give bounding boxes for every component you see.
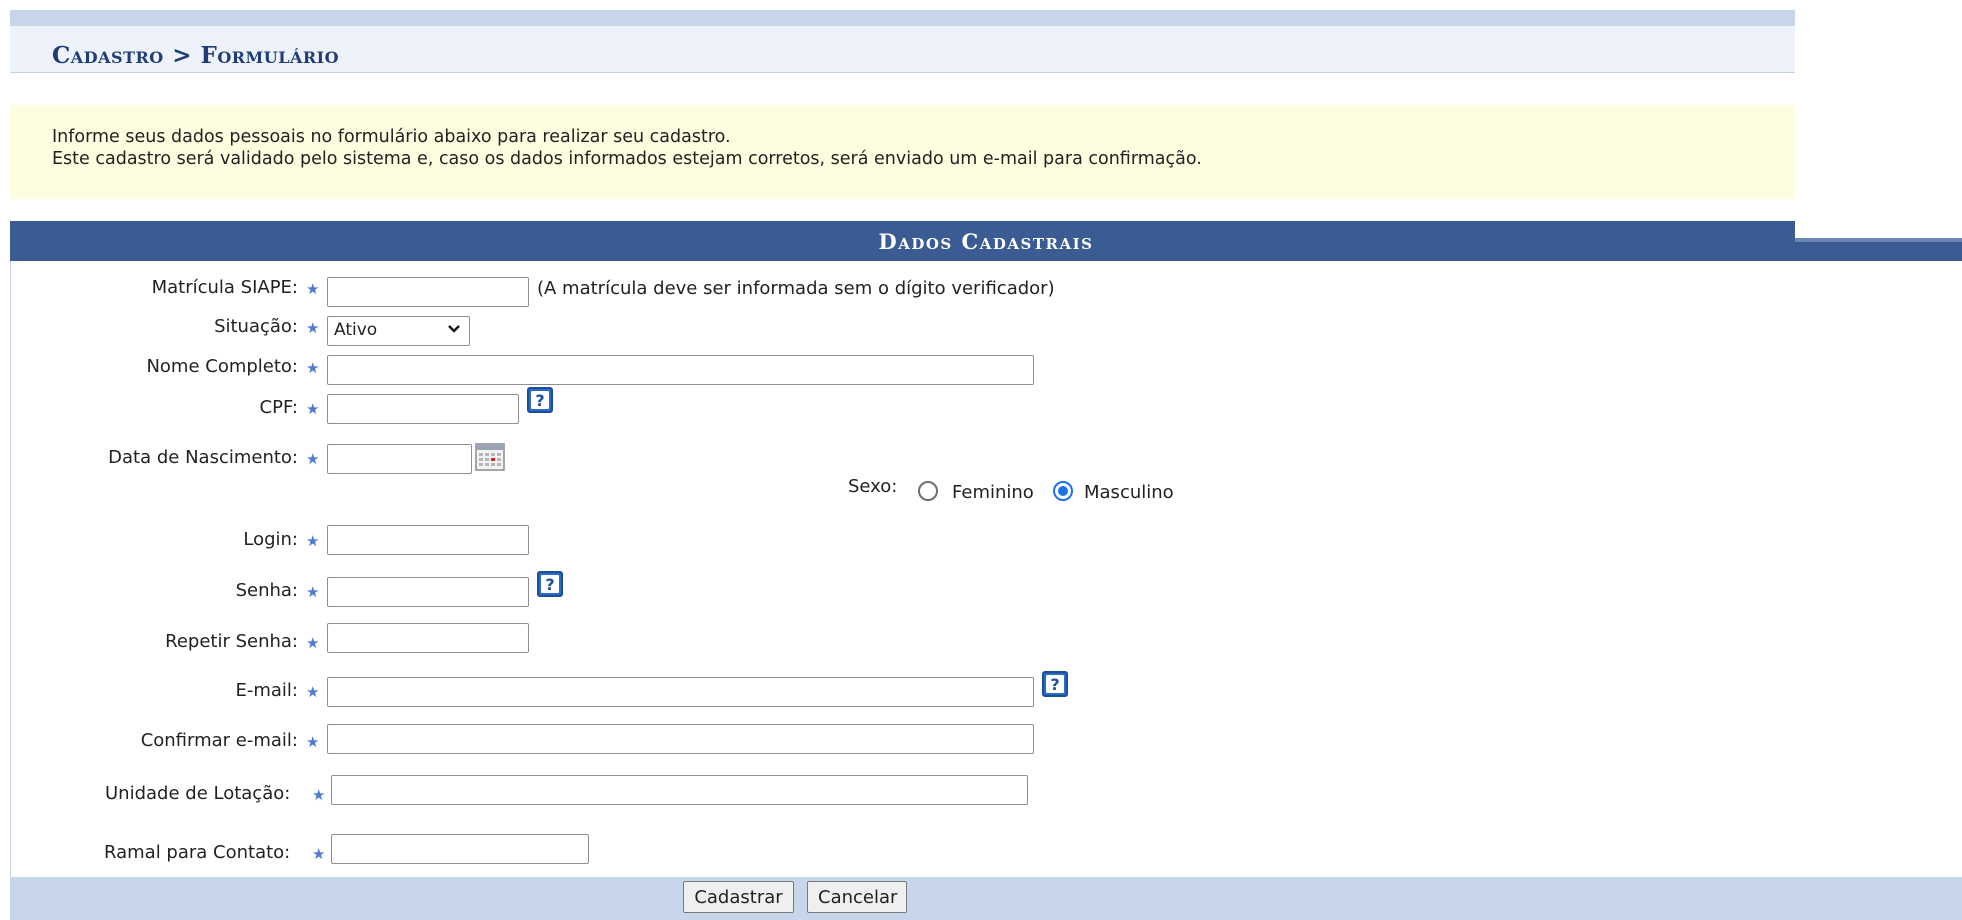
login-input[interactable] [327,525,529,555]
required-star-icon: ★ [306,532,320,550]
section-header-notch [1795,221,1962,238]
help-icon-glyph: ? [531,391,549,410]
breadcrumb: Cadastro > Formulário [52,42,340,69]
info-box: Informe seus dados pessoais no formulári… [10,105,1795,199]
senha-help-icon[interactable]: ? [537,571,563,597]
repetir-senha-label: Repetir Senha: [165,631,298,652]
top-bar [10,10,1795,26]
email-help-icon[interactable]: ? [1042,671,1068,697]
required-star-icon: ★ [306,319,320,337]
required-star-icon: ★ [306,583,320,601]
sexo-feminino-radio[interactable] [918,481,938,501]
required-star-icon: ★ [306,450,320,468]
cpf-label: CPF: [259,397,298,418]
cadastrar-button[interactable]: Cadastrar [683,881,794,913]
unidade-label: Unidade de Lotação: [105,783,291,804]
info-line-2: Este cadastro será validado pelo sistema… [52,149,1202,169]
ramal-label: Ramal para Contato: [104,842,291,863]
form-footer [10,877,1962,920]
email-label: E-mail: [235,680,299,701]
required-star-icon: ★ [306,634,320,652]
situacao-select[interactable]: Ativo [327,316,470,346]
confirmar-email-label: Confirmar e-mail: [140,730,298,751]
required-star-icon: ★ [306,683,320,701]
senha-input[interactable] [327,577,529,607]
cancelar-button[interactable]: Cancelar [807,881,907,913]
info-line-1: Informe seus dados pessoais no formulári… [52,127,731,147]
sexo-masculino-radio[interactable] [1053,481,1073,501]
nascimento-input[interactable] [327,444,472,474]
section-header-cap [1795,238,1962,242]
sexo-masculino-label: Masculino [1084,482,1174,503]
calendar-icon[interactable] [475,443,505,471]
matricula-input[interactable] [327,277,529,307]
matricula-label: Matrícula SIAPE: [151,277,298,298]
section-title: Dados Cadastrais [10,221,1962,261]
situacao-selected: Ativo [334,320,378,340]
cpf-help-icon[interactable]: ? [527,387,553,413]
cpf-input[interactable] [327,394,519,424]
required-star-icon: ★ [306,359,320,377]
sexo-feminino-label: Feminino [952,482,1034,503]
required-star-icon: ★ [306,400,320,418]
ramal-input[interactable] [331,834,589,864]
help-icon-glyph: ? [541,575,559,594]
nome-label: Nome Completo: [146,356,298,377]
login-label: Login: [243,529,298,550]
senha-label: Senha: [235,580,298,601]
required-star-icon: ★ [306,733,320,751]
nascimento-label: Data de Nascimento: [108,447,298,468]
confirmar-email-input[interactable] [327,724,1034,754]
required-star-icon: ★ [312,786,326,804]
breadcrumb-bar: Cadastro > Formulário [10,26,1795,73]
required-star-icon: ★ [306,280,320,298]
sexo-label: Sexo: [848,476,898,497]
chevron-down-icon [448,325,460,333]
repetir-senha-input[interactable] [327,623,529,653]
nome-input[interactable] [327,355,1034,385]
matricula-note: (A matrícula deve ser informada sem o dí… [537,278,1055,299]
unidade-input[interactable] [331,775,1028,805]
email-input[interactable] [327,677,1034,707]
required-star-icon: ★ [312,845,326,863]
situacao-label: Situação: [214,316,298,337]
help-icon-glyph: ? [1046,675,1064,694]
